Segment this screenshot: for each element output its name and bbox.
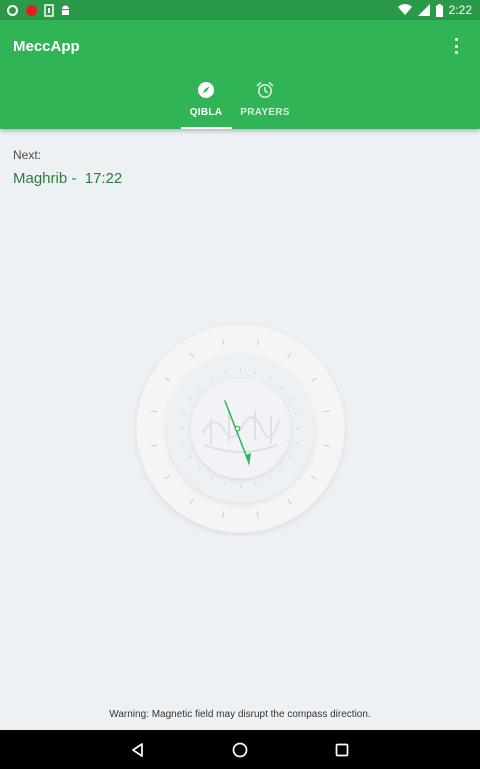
next-prayer-value: Maghrib - 17:22 — [13, 170, 123, 187]
recents-square-icon[interactable] — [332, 740, 352, 760]
status-time: 2:22 — [448, 3, 472, 17]
android-icon — [62, 5, 69, 15]
app-title: MeccApp — [13, 38, 80, 55]
tab-prayers[interactable]: PRAYERS — [237, 78, 293, 129]
more-vert-icon[interactable] — [448, 36, 464, 56]
tab-qibla-label: QIBLA — [189, 107, 223, 118]
navigation-bar — [0, 730, 480, 769]
home-circle-icon[interactable] — [230, 740, 250, 760]
app-bar: MeccApp QIBLA PRAYERS — [0, 20, 480, 129]
next-prayer-label: Next: — [13, 148, 42, 162]
compass-icon — [198, 82, 214, 98]
qibla-compass — [136, 324, 345, 533]
status-notifications — [6, 3, 71, 17]
whatsapp-icon — [7, 4, 18, 16]
status-bar: 2:22 — [0, 0, 480, 20]
warning-text: Warning: Magnetic field may disrupt the … — [109, 709, 371, 720]
sim-card-icon — [44, 3, 54, 17]
tab-indicator — [181, 127, 232, 129]
wifi-icon — [397, 4, 412, 16]
red-dot-icon — [26, 4, 37, 16]
alarm-icon — [256, 82, 274, 98]
battery-icon — [435, 3, 443, 17]
signal-icon — [417, 4, 430, 16]
tab-prayers-label: PRAYERS — [240, 107, 290, 118]
back-triangle-icon[interactable] — [128, 740, 148, 760]
tab-qibla[interactable]: QIBLA — [178, 78, 234, 129]
status-system: 2:22 — [397, 2, 472, 18]
